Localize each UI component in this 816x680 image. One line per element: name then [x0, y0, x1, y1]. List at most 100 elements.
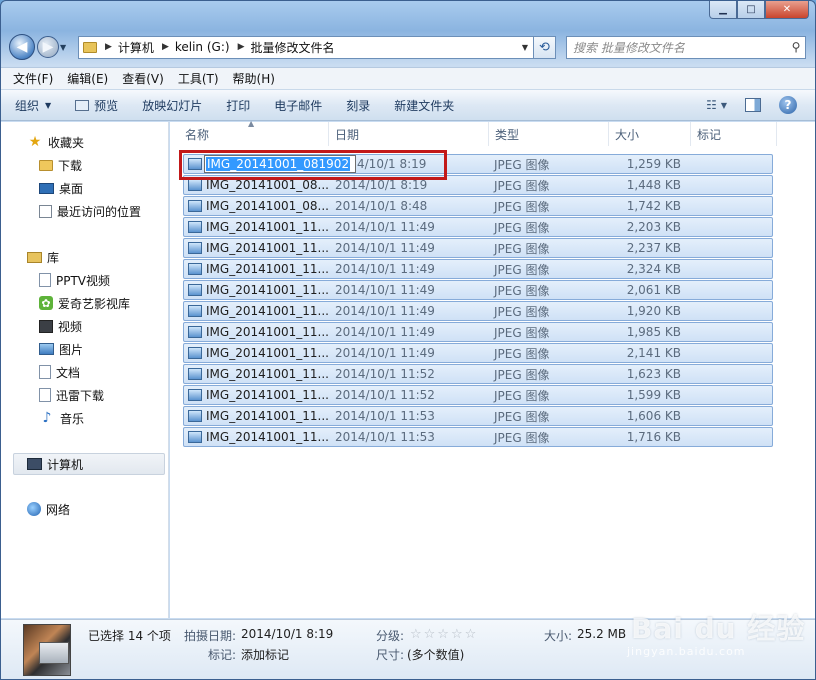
nav-libraries[interactable]: 库: [27, 247, 59, 267]
views-icon[interactable]: ☷: [706, 98, 717, 112]
organize-button[interactable]: 组织 ▼: [15, 97, 51, 114]
file-size: 2,237 KB: [626, 241, 681, 255]
breadcrumb-computer[interactable]: 计算机: [118, 39, 154, 56]
file-name[interactable]: IMG_20141001_11...: [206, 281, 329, 299]
menu-view[interactable]: 查看(V): [122, 70, 164, 87]
file-row[interactable]: IMG_20141001_08... 2014/10/1 8:48 JPEG 图像 1…: [183, 196, 773, 216]
recent-pages-dropdown[interactable]: ▼: [60, 43, 72, 52]
menu-tools[interactable]: 工具(T): [178, 70, 219, 87]
address-bar[interactable]: ▶ 计算机 ▶ kelin (G:) ▶ 批量修改文件名 ▼: [78, 35, 534, 59]
help-icon[interactable]: ?: [779, 96, 797, 114]
file-row[interactable]: IMG_20141001_11... 2014/10/1 11:49 JPEG 图像…: [183, 322, 773, 342]
file-name[interactable]: IMG_20141001_11...: [206, 407, 329, 425]
column-date[interactable]: 日期: [329, 122, 489, 146]
nav-favorites[interactable]: ★ 收藏夹: [27, 132, 84, 152]
maximize-button[interactable]: □: [737, 1, 765, 19]
minimize-button[interactable]: ▁: [709, 1, 737, 19]
breadcrumb-folder[interactable]: 批量修改文件名: [250, 39, 334, 56]
rating-stars[interactable]: ☆☆☆☆☆: [410, 627, 478, 642]
nav-network[interactable]: 网络: [27, 499, 70, 519]
file-row[interactable]: IMG_20141001_11... 2014/10/1 11:49 JPEG 图像…: [183, 343, 773, 363]
nav-label: 库: [47, 250, 60, 265]
file-row[interactable]: IMG_20141001_11... 2014/10/1 11:53 JPEG 图像…: [183, 427, 773, 447]
search-input[interactable]: 搜索 批量修改文件名 ⚲: [566, 35, 806, 59]
file-name[interactable]: IMG_20141001_11...: [206, 344, 329, 362]
breadcrumb-arrow-icon[interactable]: ▶: [105, 42, 112, 52]
file-name[interactable]: IMG_20141001_11...: [206, 302, 329, 320]
breadcrumb-drive[interactable]: kelin (G:): [175, 40, 230, 54]
file-name[interactable]: IMG_20141001_08...: [206, 197, 329, 215]
print-button[interactable]: 打印: [226, 97, 250, 114]
nav-pptv[interactable]: PPTV视频: [39, 270, 110, 290]
slideshow-button[interactable]: 放映幻灯片: [142, 97, 202, 114]
file-name[interactable]: IMG_20141001_11...: [206, 218, 329, 236]
nav-videos[interactable]: 视频: [39, 316, 82, 336]
burn-button[interactable]: 刻录: [346, 97, 370, 114]
menu-help[interactable]: 帮助(H): [233, 70, 275, 87]
breadcrumb-arrow-icon[interactable]: ▶: [162, 42, 169, 52]
file-type: JPEG 图像: [494, 262, 550, 277]
baidu-jingyan-watermark: Bai du 经验 jingyan.baidu.com: [623, 607, 813, 667]
file-row[interactable]: IMG_20141001_11... 2014/10/1 11:53 JPEG 图像…: [183, 406, 773, 426]
nav-music[interactable]: ♪ 音乐: [39, 408, 84, 428]
breadcrumb-arrow-icon[interactable]: ▶: [238, 42, 245, 52]
file-row[interactable]: IMG_20141001_11... 2014/10/1 11:49 JPEG 图像…: [183, 301, 773, 321]
column-size[interactable]: 大小: [609, 122, 691, 146]
file-row[interactable]: IMG_20141001_11... 2014/10/1 11:49 JPEG 图像…: [183, 280, 773, 300]
rename-highlight-frame: [179, 150, 447, 180]
column-tags[interactable]: 标记: [691, 122, 777, 146]
column-type[interactable]: 类型: [489, 122, 609, 146]
nav-pictures[interactable]: 图片: [39, 339, 83, 359]
file-date: 2014/10/1 11:49: [335, 325, 435, 339]
address-dropdown-icon[interactable]: ▼: [517, 43, 533, 52]
back-button[interactable]: ◀: [9, 34, 35, 60]
nav-computer[interactable]: 计算机: [27, 454, 83, 474]
dimensions-value: (多个数值): [407, 648, 465, 662]
file-name[interactable]: IMG_20141001_11...: [206, 428, 329, 446]
file-name[interactable]: IMG_20141001_11...: [206, 365, 329, 383]
file-row[interactable]: IMG_20141001_11... 2014/10/1 11:52 JPEG 图像…: [183, 385, 773, 405]
preview-pane-icon[interactable]: [745, 98, 761, 112]
file-row[interactable]: IMG_20141001_11... 2014/10/1 11:52 JPEG 图像…: [183, 364, 773, 384]
file-row[interactable]: IMG_20141001_11... 2014/10/1 11:49 JPEG 图像…: [183, 259, 773, 279]
nav-label: 网络: [46, 502, 71, 517]
nav-thunder[interactable]: 迅雷下载: [39, 385, 104, 405]
date-taken-value[interactable]: 2014/10/1 8:19: [241, 627, 333, 641]
file-size: 1,623 KB: [626, 367, 681, 381]
dimensions-label: 尺寸:: [376, 648, 405, 662]
file-row[interactable]: IMG_20141001_11... 2014/10/1 11:49 JPEG 图像…: [183, 238, 773, 258]
file-type: JPEG 图像: [494, 430, 550, 445]
file-name[interactable]: IMG_20141001_11...: [206, 323, 329, 341]
tags-value[interactable]: 添加标记: [241, 646, 289, 663]
nav-desktop[interactable]: 桌面: [39, 178, 83, 198]
menu-edit[interactable]: 编辑(E): [67, 70, 108, 87]
desktop-icon: [39, 182, 54, 194]
forward-button[interactable]: ▶: [37, 36, 59, 58]
folder-icon: [83, 41, 97, 53]
nav-documents[interactable]: 文档: [39, 362, 80, 382]
file-name[interactable]: IMG_20141001_11...: [206, 260, 329, 278]
refresh-button[interactable]: ⟲: [534, 35, 556, 59]
file-type: JPEG 图像: [494, 157, 550, 172]
file-name[interactable]: IMG_20141001_11...: [206, 386, 329, 404]
preview-button[interactable]: 预览: [75, 97, 118, 114]
views-dropdown-icon[interactable]: ▼: [721, 101, 727, 110]
jpeg-image-icon: [188, 347, 202, 359]
nav-iqiyi[interactable]: ✿ 爱奇艺影视库: [39, 293, 130, 313]
file-row[interactable]: IMG_20141001_11... 2014/10/1 11:49 JPEG 图像…: [183, 217, 773, 237]
jpeg-image-icon: [188, 221, 202, 233]
nav-label: 计算机: [47, 457, 84, 472]
menu-file[interactable]: 文件(F): [13, 70, 53, 87]
column-name[interactable]: 名称: [179, 122, 329, 146]
watermark-url: jingyan.baidu.com: [627, 645, 746, 658]
nav-downloads[interactable]: 下载: [39, 155, 82, 175]
email-button[interactable]: 电子邮件: [274, 97, 322, 114]
search-icon[interactable]: ⚲: [787, 40, 805, 54]
network-icon: [27, 502, 41, 516]
jpeg-image-icon: [188, 389, 202, 401]
nav-recent[interactable]: 最近访问的位置: [39, 201, 141, 221]
nav-label: 收藏夹: [48, 135, 85, 150]
file-name[interactable]: IMG_20141001_11...: [206, 239, 329, 257]
new-folder-button[interactable]: 新建文件夹: [394, 97, 454, 114]
close-button[interactable]: ✕: [765, 1, 809, 19]
